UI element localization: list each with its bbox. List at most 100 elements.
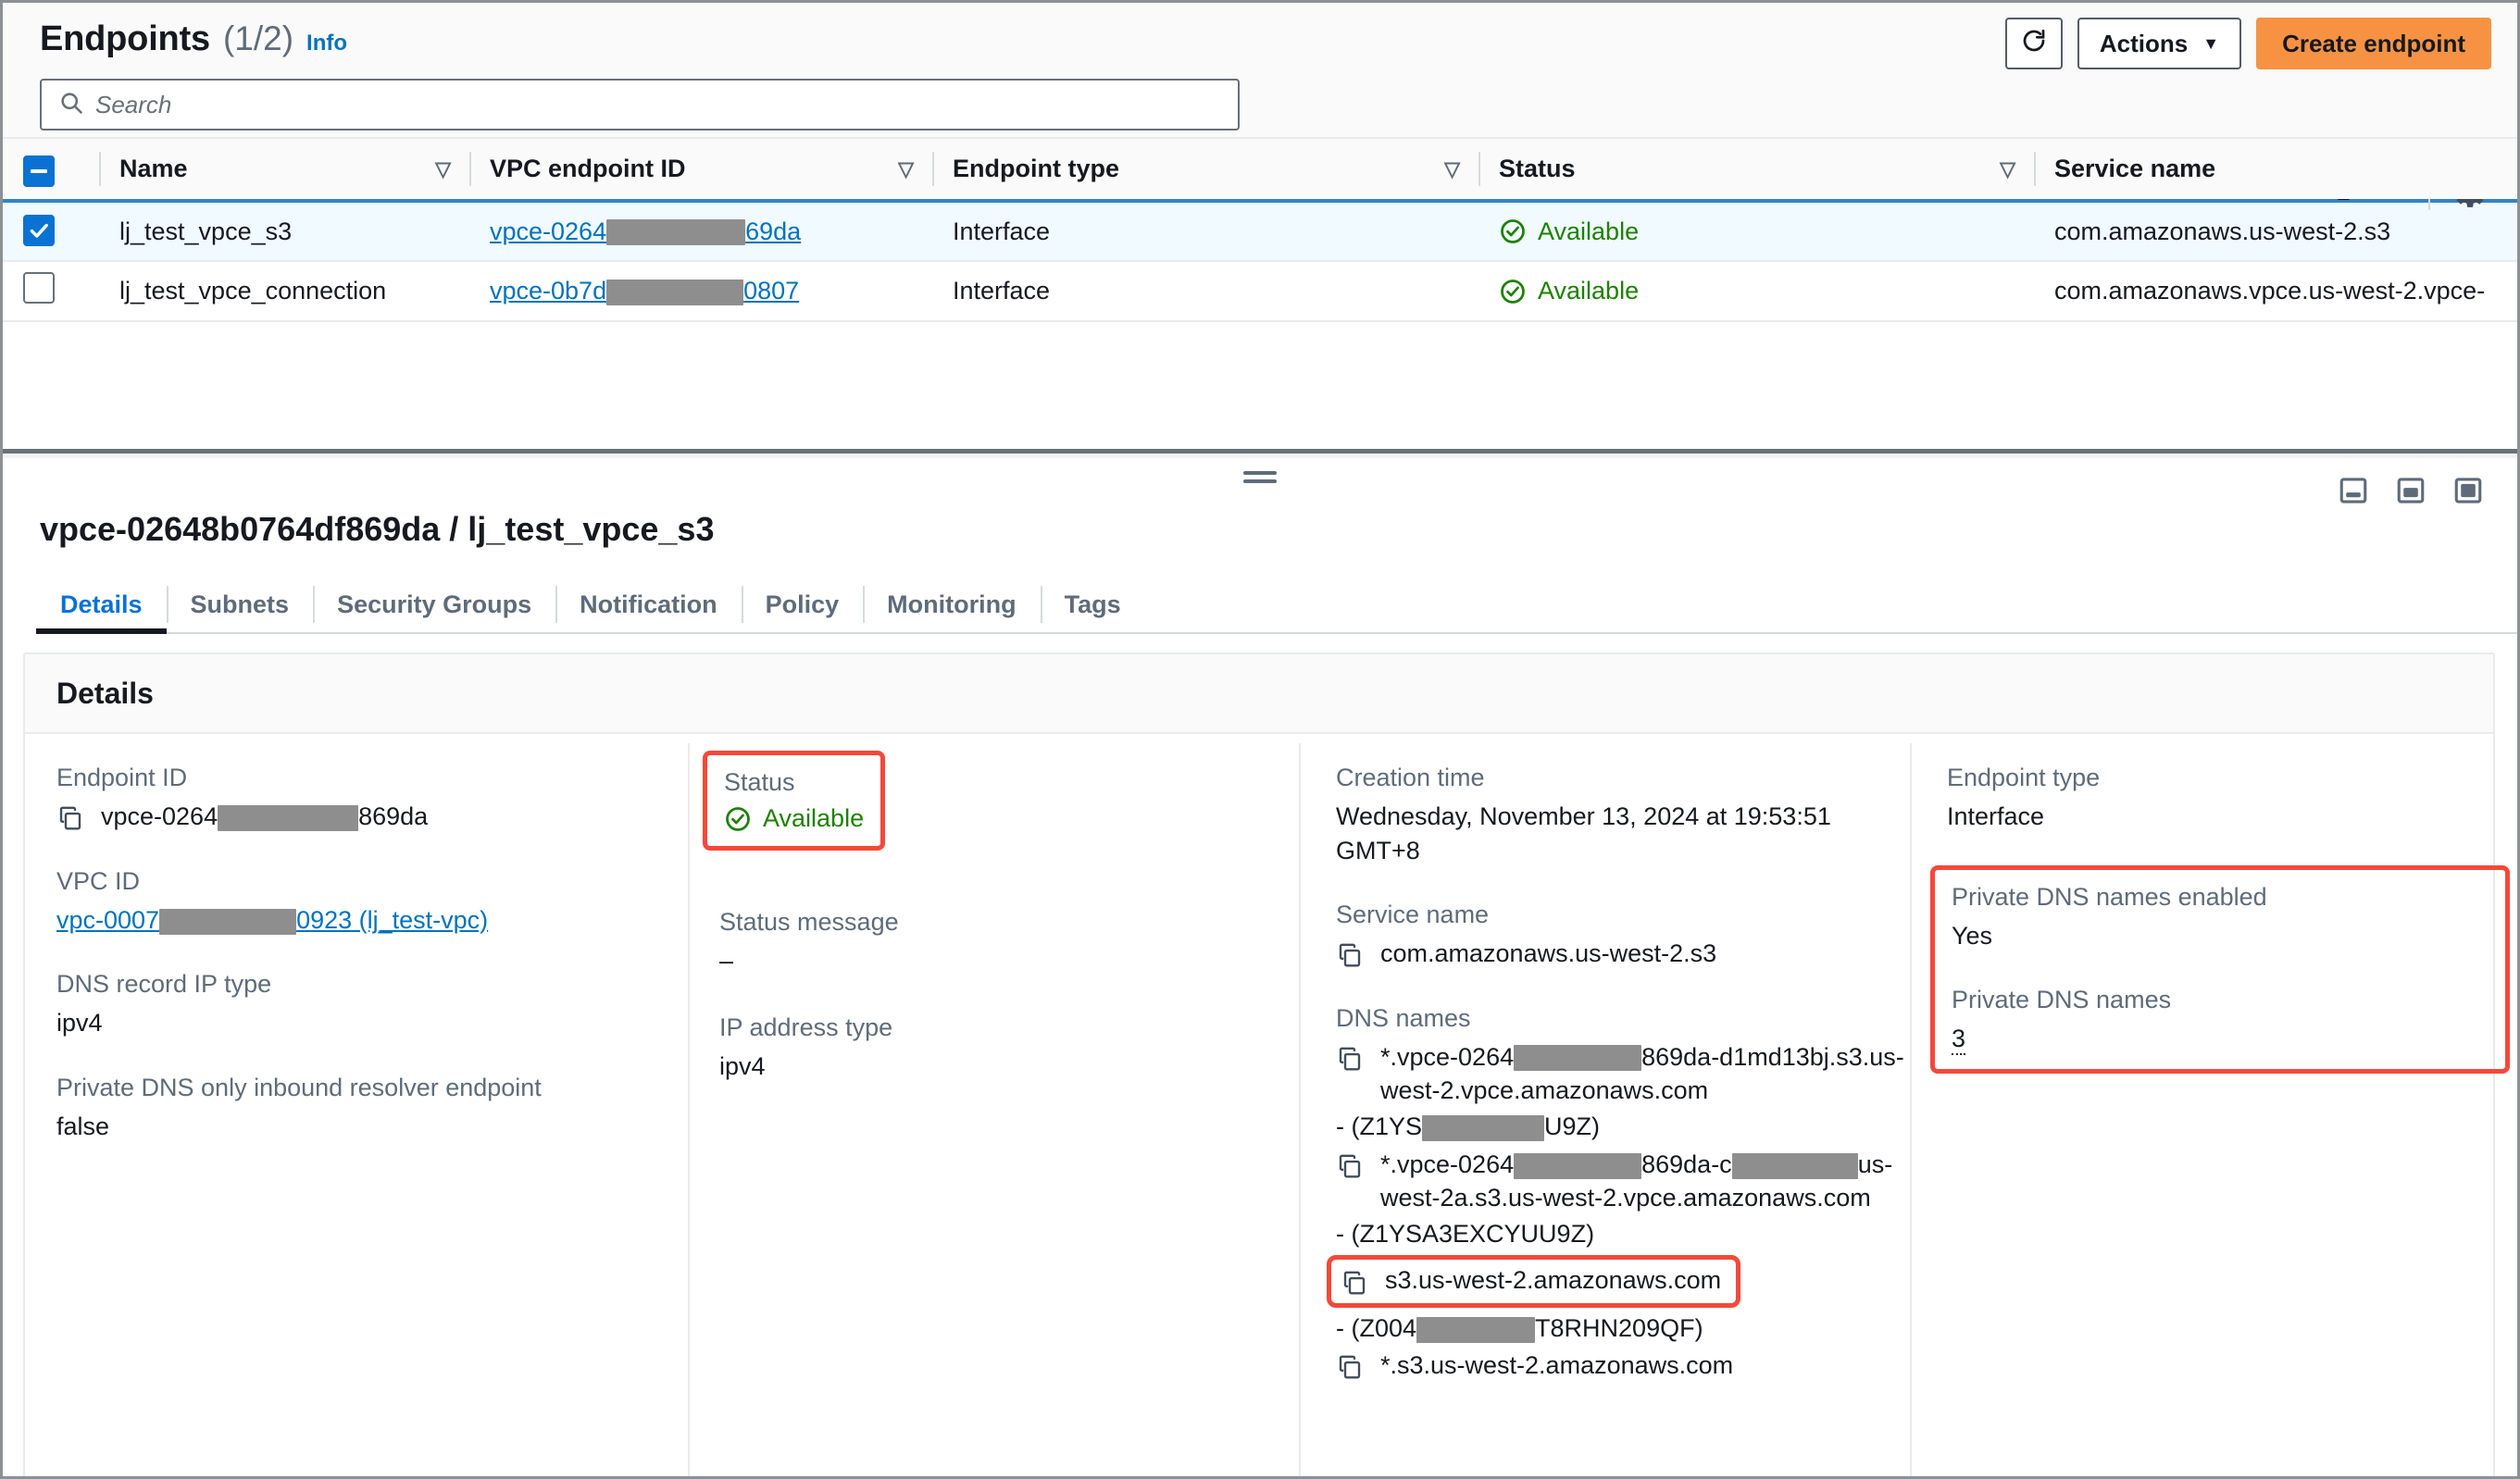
sort-icon: ▽ [898,157,914,181]
copy-icon[interactable] [1336,1152,1364,1180]
dns-name-item: *.vpce-0264869da-d1md13bj.s3.us-west-2.v… [1336,1040,1910,1108]
field-private-dns-enabled-label: Private DNS names enabled [1952,881,2489,914]
dns-name-value: *.vpce-0264869da-cus-west-2a.s3.us-west-… [1380,1148,1910,1215]
table-row[interactable]: lj_test_vpce_s3 vpce-026469da Interface [3,201,2517,261]
row-select-cell [3,201,99,261]
zone-suffix: U9Z) [1544,1112,1600,1140]
row-checkbox[interactable] [23,215,55,246]
field-endpoint-type: Endpoint type Interface [1947,762,2493,834]
field-status-message-label: Status message [719,906,1299,938]
copy-icon[interactable] [1341,1269,1368,1297]
field-status-message-value: – [719,944,1299,977]
field-private-dns-only-inbound-resolver: Private DNS only inbound resolver endpoi… [56,1072,688,1144]
tab-label: Security Groups [337,590,531,619]
endpoints-table: Name ▽ VPC endpoint ID ▽ Endpoint type [3,137,2517,322]
tab-label: Policy [766,590,840,619]
details-column-4: Endpoint type Interface Private DNS name… [1910,734,2493,1476]
search-box[interactable] [40,79,1240,130]
actions-label: Actions [2100,30,2188,58]
field-status: Status Available [724,766,864,833]
copy-icon[interactable] [1336,941,1364,969]
tab-label: Tags [1065,590,1121,619]
zone-prefix: - (Z1YSA3EXCYUU9Z) [1336,1220,1594,1248]
create-endpoint-button[interactable]: Create endpoint [2256,18,2491,69]
copy-icon[interactable] [1336,1353,1364,1381]
refresh-button[interactable] [2005,18,2063,69]
vpc-id-suffix: 0923 (lj_test-vpc) [296,906,488,934]
panel-small-icon[interactable] [2338,475,2369,506]
tab-notification[interactable]: Notification [555,577,742,632]
copy-icon[interactable] [56,804,84,832]
vpc-endpoint-id-link[interactable]: vpce-026469da [490,218,801,245]
status-label: Available [1538,218,1639,246]
column-header-status[interactable]: Status ▽ [1478,138,2034,201]
select-all-checkbox[interactable] [23,155,55,187]
actions-button[interactable]: Actions ▼ [2077,18,2241,69]
field-private-dns-names-enabled: Private DNS names enabled Yes [1952,881,2489,953]
tab-label: Subnets [191,590,290,619]
redacted-block [606,219,745,245]
tab-security-groups[interactable]: Security Groups [313,577,555,632]
table-row[interactable]: lj_test_vpce_connection vpce-0b7d0807 In… [3,261,2517,321]
dns-name-item: *.s3.us-west-2.amazonaws.com [1336,1348,1910,1383]
header-actions: Actions ▼ Create endpoint [2005,18,2491,69]
details-card: Details Endpoint ID [23,652,2495,1476]
tab-subnets[interactable]: Subnets [167,577,314,632]
cell-vpc-endpoint-id: vpce-0b7d0807 [469,261,932,321]
tab-policy[interactable]: Policy [742,577,864,632]
page-count: (1/2) [223,19,293,58]
field-endpoint-type-value: Interface [1947,800,2493,833]
field-ip-address-type-value: ipv4 [719,1050,1299,1083]
tab-details[interactable]: Details [36,577,167,632]
vpc-endpoint-id-link[interactable]: vpce-0b7d0807 [490,277,799,304]
details-card-header: Details [25,654,2493,734]
status-available-icon [1499,218,1527,245]
page-title: Endpoints [40,19,210,59]
vpce-suffix: 0807 [743,277,799,304]
table-header-row: Name ▽ VPC endpoint ID ▽ Endpoint type [3,138,2517,201]
vpc-id-prefix: vpc-0007 [56,906,159,934]
copy-icon[interactable] [1336,1045,1364,1073]
cell-name: lj_test_vpce_s3 [99,201,469,261]
field-vpc-id-label: VPC ID [56,865,688,898]
private-dns-highlight-box: Private DNS names enabled Yes Private DN… [1930,865,2510,1074]
pane-resize-handle[interactable] [1243,471,1277,488]
field-endpoint-id-label: Endpoint ID [56,762,688,794]
status-available-icon [724,805,752,833]
cell-vpc-endpoint-id: vpce-026469da [469,201,932,261]
tab-label: Monitoring [887,590,1016,619]
row-checkbox[interactable] [23,272,55,304]
info-link[interactable]: Info [306,31,347,56]
search-input[interactable] [95,91,1221,119]
panel-large-icon[interactable] [2452,475,2484,506]
gear-icon [2451,200,2491,216]
column-header-service-name[interactable]: Service name [2034,138,2517,201]
zone-prefix: - (Z004 [1336,1314,1416,1342]
indeterminate-dash-icon [31,169,47,173]
dns-prefix: *.vpce-0264 [1380,1150,1514,1178]
vpc-id-link[interactable]: vpc-0007 0923 (lj_test-vpc) [56,906,488,934]
field-dns-record-ip-type: DNS record IP type ipv4 [56,968,688,1040]
field-dns-names: DNS names *.vpce-0264869da-d1md13bj.s3.u… [1336,1002,1910,1384]
field-private-dns-names-value: 3 [1952,1022,2489,1055]
column-header-endpoint-type[interactable]: Endpoint type ▽ [932,138,1478,201]
status-label: Available [1538,277,1639,305]
status-highlight-box: Status Available [703,751,885,851]
chevron-down-icon: ▼ [2202,35,2219,52]
field-status-label: Status [724,766,864,799]
column-header-name[interactable]: Name ▽ [99,138,469,201]
details-column-2: Status Available [688,734,1299,1476]
field-ip-address-type: IP address type ipv4 [719,1012,1299,1084]
tab-monitoring[interactable]: Monitoring [863,577,1040,632]
column-header-vpc-endpoint-id[interactable]: VPC endpoint ID ▽ [469,138,932,201]
tab-label: Details [60,590,143,619]
search-icon [58,90,84,120]
field-endpoint-id-value: vpce-0264869da [101,800,428,833]
vpce-prefix: vpce-0264 [490,218,606,245]
tab-tags[interactable]: Tags [1041,577,1145,632]
field-creation-time-value: Wednesday, November 13, 2024 at 19:53:51… [1336,800,1891,867]
panel-medium-icon[interactable] [2395,475,2426,506]
field-endpoint-id: Endpoint ID vpce-0264869da [56,762,688,834]
dns-name-highlight-box: s3.us-west-2.amazonaws.com [1327,1255,1740,1308]
private-dns-names-count[interactable]: 3 [1952,1025,1965,1055]
